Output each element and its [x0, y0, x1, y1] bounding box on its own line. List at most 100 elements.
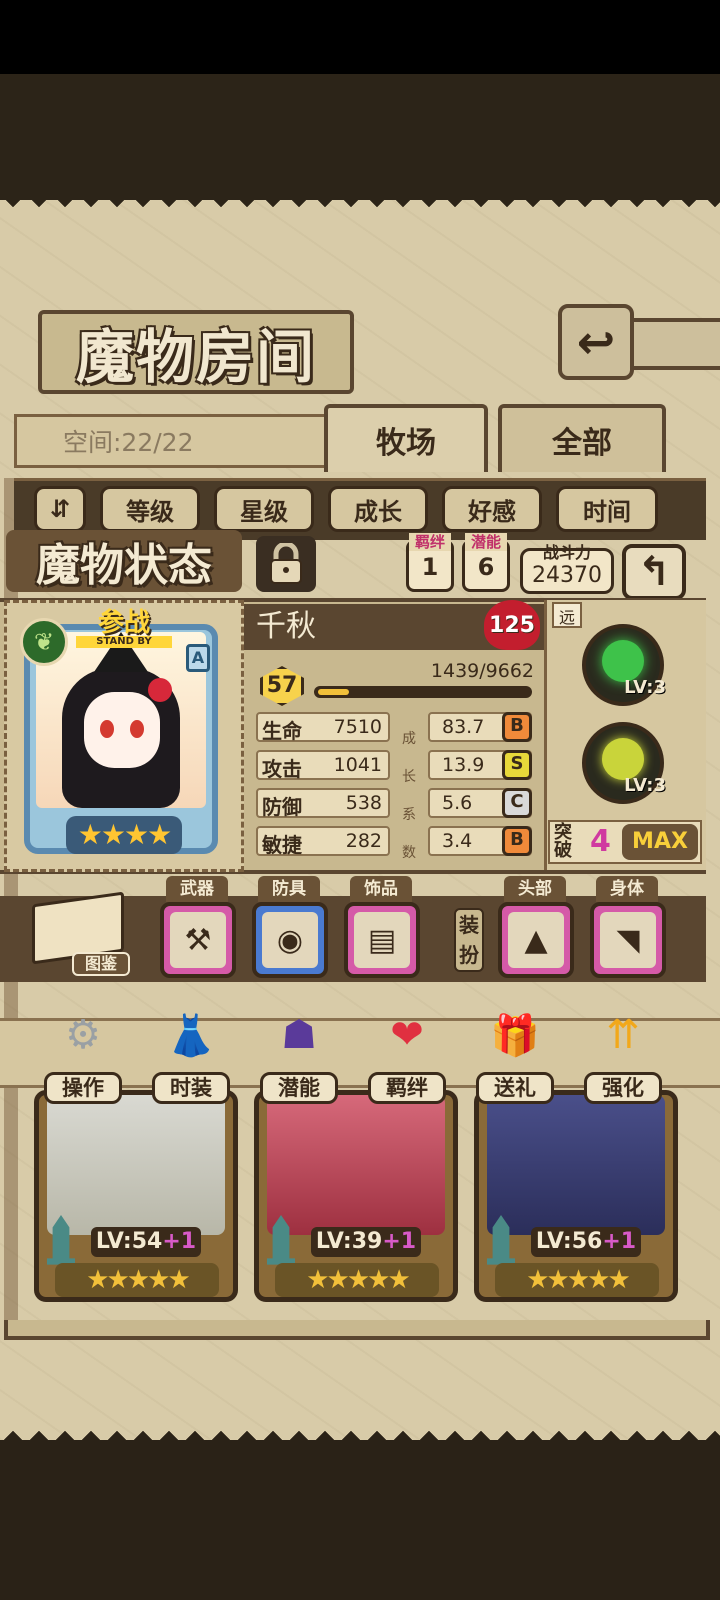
exp-text: 1439/9662: [430, 660, 534, 682]
bond-chip: 羁绊 1: [406, 533, 454, 592]
status-back-button[interactable]: ↰: [622, 544, 686, 600]
accessory-slot[interactable]: ▤: [344, 902, 420, 978]
action-label: 送礼: [476, 1072, 554, 1104]
round-shield-icon: ◉: [262, 912, 318, 968]
combat-power-value: 24370: [532, 563, 602, 588]
stat-hp: 生命 7510: [256, 712, 390, 743]
back-arrow-icon: ↰: [637, 549, 671, 595]
action-upgrade-button[interactable]: ⇈ 强化: [582, 1000, 664, 1106]
room-title: 魔物房间: [38, 310, 354, 394]
growth-grade-badge: S: [502, 750, 532, 780]
background-top: [0, 74, 720, 200]
skill-2[interactable]: LV:3: [582, 722, 666, 804]
monster-status-title: 魔物状态: [6, 530, 242, 592]
tab-all[interactable]: 全部: [498, 404, 666, 472]
gear-icon: ⚙: [65, 1012, 101, 1058]
upgrade-arrows-icon: ⇈: [606, 1012, 640, 1058]
roster-card-3[interactable]: LV:56+1 ★★★★★: [474, 1090, 678, 1302]
shield-skill-icon: [602, 738, 644, 780]
bond-label: 羁绊: [409, 533, 451, 551]
roster-card-2[interactable]: LV:39+1 ★★★★★: [254, 1090, 458, 1302]
action-gift-button[interactable]: 🎁 送礼: [474, 1000, 556, 1106]
action-bond-button[interactable]: ❤ 羁绊: [366, 1000, 448, 1106]
action-label: 操作: [44, 1072, 122, 1104]
growth-value: 13.9: [442, 754, 485, 776]
monster-name: 千秋: [256, 609, 316, 644]
max-button[interactable]: MAX: [622, 824, 698, 860]
exp-bar-fill: [318, 689, 349, 695]
growth-attack: 13.9 S: [428, 750, 532, 780]
monster-art: [267, 1095, 445, 1235]
standby-text: 参战: [97, 608, 150, 638]
sort-growth-button[interactable]: 成长: [328, 486, 428, 532]
growth-grade-badge: B: [502, 826, 532, 856]
stat-value: 1041: [333, 754, 382, 776]
roster-stars: ★★★★★: [495, 1263, 659, 1297]
body-slot[interactable]: ◥: [590, 902, 666, 978]
growth-column-label: 系: [402, 807, 416, 823]
torn-edge-top: [0, 194, 720, 220]
codex-button[interactable]: 图鉴: [28, 890, 130, 982]
action-label: 羁绊: [368, 1072, 446, 1104]
stat-label: 防御: [262, 795, 302, 819]
potential-label: 潜能: [465, 533, 507, 551]
breakthrough-value: 4: [590, 824, 611, 859]
slot-label: 头部: [504, 876, 566, 902]
action-outfit-button[interactable]: 👗 时装: [150, 1000, 232, 1106]
hair-flower-art: [148, 678, 172, 702]
weapon-slot[interactable]: ⚒: [160, 902, 236, 978]
slot-label: 身体: [596, 876, 658, 902]
growth-defense: 5.6 C: [428, 788, 532, 818]
tablet-icon: ▤: [354, 912, 410, 968]
lock-button[interactable]: [256, 536, 316, 592]
monster-art: [47, 1095, 225, 1235]
action-operate-button[interactable]: ⚙ 操作: [42, 1000, 124, 1106]
head-slot[interactable]: ▲: [498, 902, 574, 978]
stat-value: 7510: [333, 716, 382, 738]
growth-value: 83.7: [442, 716, 485, 738]
growth-grade-badge: C: [502, 788, 532, 818]
sort-level-button[interactable]: 等级: [100, 486, 200, 532]
sort-stars-button[interactable]: 星级: [214, 486, 314, 532]
breakthrough-label: 突破: [554, 822, 572, 861]
standby-badge: 参战 STAND BY: [76, 610, 172, 650]
skill-1[interactable]: LV:3: [582, 624, 666, 706]
action-potential-button[interactable]: ☗ 潜能: [258, 1000, 340, 1106]
range-badge: 远: [552, 602, 582, 628]
roster-level: LV:56+1: [531, 1227, 641, 1257]
roster-stars: ★★★★★: [275, 1263, 439, 1297]
monster-stars: ★★★★: [66, 816, 182, 854]
stat-attack: 攻击 1041: [256, 750, 390, 781]
sort-order-button[interactable]: ⇵: [34, 486, 86, 532]
potential-chip: 潜能 6: [462, 533, 510, 592]
growth-value: 5.6: [442, 792, 473, 814]
tab-pasture[interactable]: 牧场: [324, 404, 488, 472]
stat-label: 生命: [262, 719, 302, 743]
growth-value: 3.4: [442, 830, 473, 852]
slot-label: 武器: [166, 876, 228, 902]
return-button[interactable]: ↩: [558, 304, 634, 380]
dress-label: 装扮: [454, 908, 484, 972]
stat-label: 敏捷: [262, 833, 302, 857]
stat-defense: 防御 538: [256, 788, 390, 819]
roster-level: LV:39+1: [311, 1227, 421, 1257]
roster-card-1[interactable]: LV:54+1 ★★★★★: [34, 1090, 238, 1302]
sort-affection-button[interactable]: 好感: [442, 486, 542, 532]
leaf-element-icon: ❦: [20, 618, 68, 666]
rank-badge: A: [186, 644, 210, 672]
standby-subtext: STAND BY: [76, 636, 172, 648]
space-counter: 空间:22/22: [14, 414, 334, 468]
action-label: 潜能: [260, 1072, 338, 1104]
affection-heart-icon: 125: [484, 600, 540, 650]
action-label: 强化: [584, 1072, 662, 1104]
outfit-icon: 👗: [166, 1012, 216, 1059]
green-flower-skill-icon: [602, 640, 644, 682]
status-bar: [0, 0, 720, 74]
armor-slot[interactable]: ◉: [252, 902, 328, 978]
growth-column-label: 长: [402, 769, 416, 785]
growth-agility: 3.4 B: [428, 826, 532, 856]
combat-power-label: 战斗力: [542, 543, 591, 562]
codex-label: 图鉴: [72, 952, 130, 976]
sort-time-button[interactable]: 时间: [556, 486, 658, 532]
potential-value: 6: [477, 553, 495, 581]
